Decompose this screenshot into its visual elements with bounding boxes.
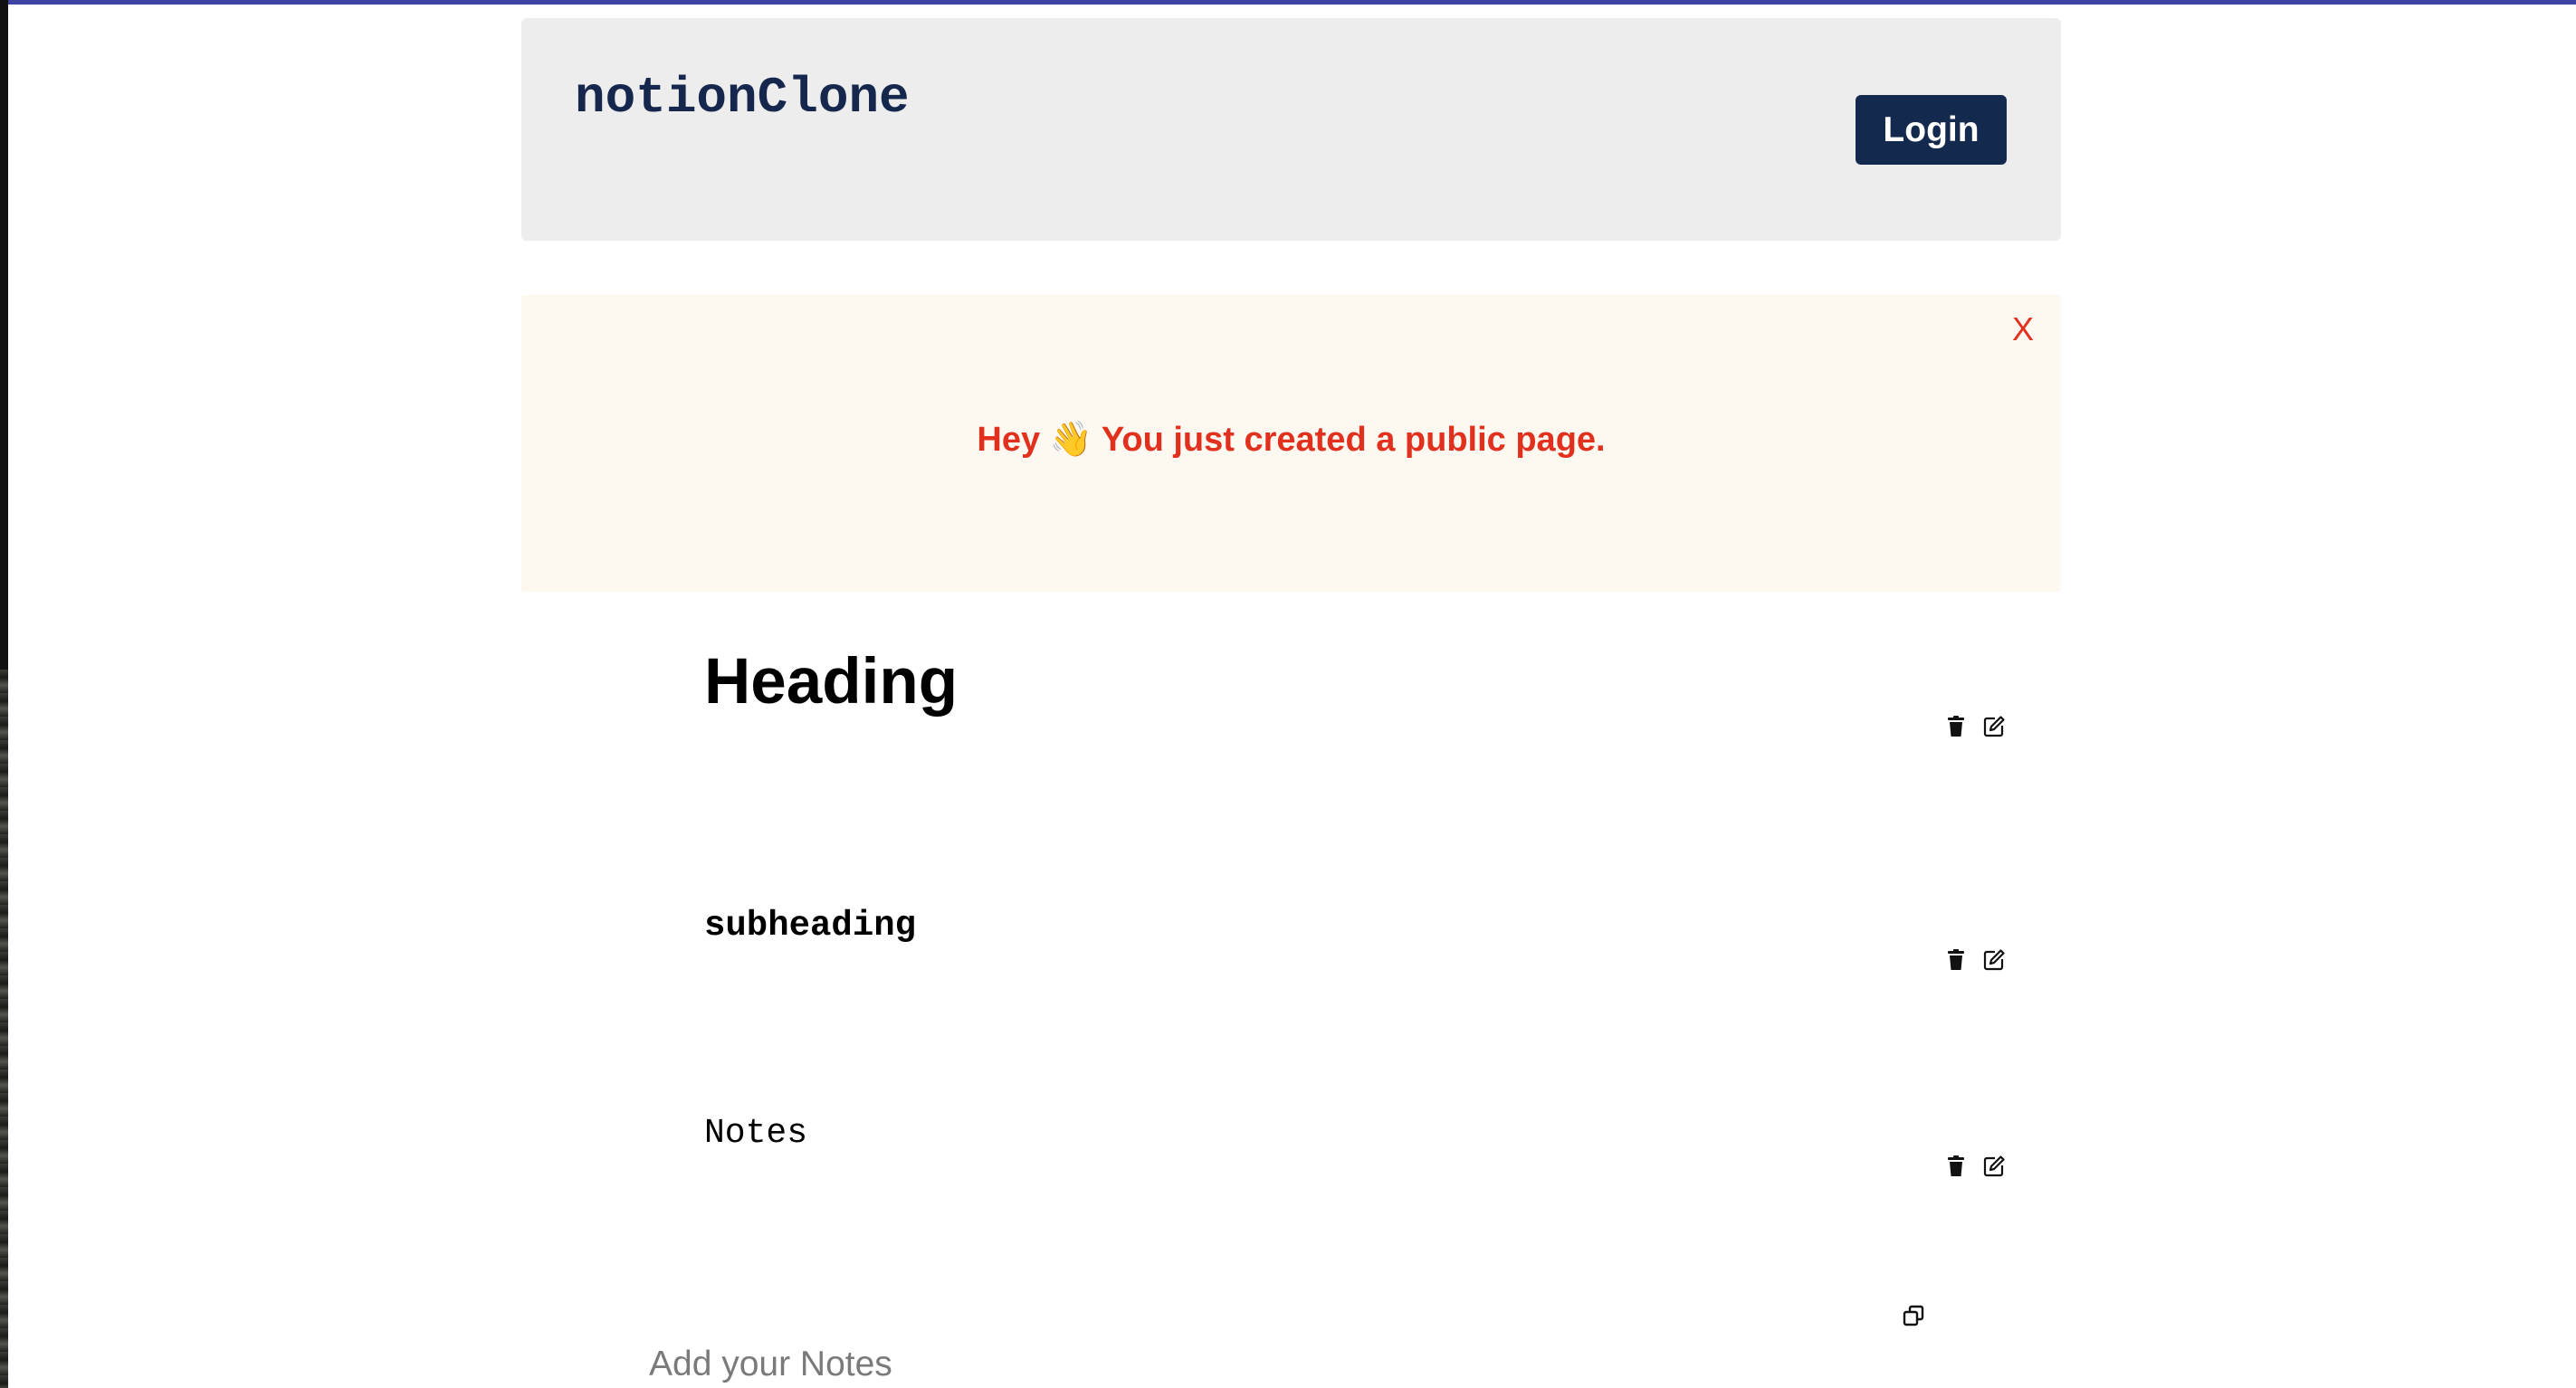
duplicate-icon[interactable]: [1901, 1303, 1926, 1328]
edit-icon[interactable]: [1982, 948, 2006, 972]
app-window: notionClone Login X Hey 👋 You just creat…: [0, 0, 2576, 1388]
heading-block[interactable]: Heading: [704, 650, 2008, 749]
trash-icon[interactable]: [1944, 715, 1968, 738]
heading-text[interactable]: Heading: [704, 650, 2008, 714]
block-actions: [1944, 948, 2006, 972]
subheading-text[interactable]: subheading: [704, 908, 2008, 944]
login-button[interactable]: Login: [1856, 95, 2007, 165]
trash-icon[interactable]: [1944, 948, 1968, 972]
left-edge-texture: [0, 670, 8, 1388]
edit-icon[interactable]: [1982, 715, 2006, 738]
notes-text[interactable]: Notes: [704, 1117, 2008, 1151]
subheading-block[interactable]: subheading: [704, 908, 2008, 981]
block-actions: [1944, 1155, 2006, 1178]
banner-close-button[interactable]: X: [2012, 313, 2034, 346]
block-actions: [1944, 715, 2006, 738]
edit-icon[interactable]: [1982, 1155, 2006, 1178]
brand-logo[interactable]: notionClone: [575, 72, 910, 123]
trash-icon[interactable]: [1944, 1155, 1968, 1178]
banner-message: Hey 👋 You just created a public page.: [977, 421, 1606, 459]
top-accent-bar: [0, 0, 2576, 5]
site-header: notionClone Login: [521, 18, 2061, 241]
left-edge-strip: [0, 0, 8, 1388]
add-notes-input[interactable]: [649, 1341, 1735, 1388]
public-page-banner: X Hey 👋 You just created a public page.: [521, 295, 2061, 592]
notes-block[interactable]: Notes: [704, 1117, 2008, 1189]
